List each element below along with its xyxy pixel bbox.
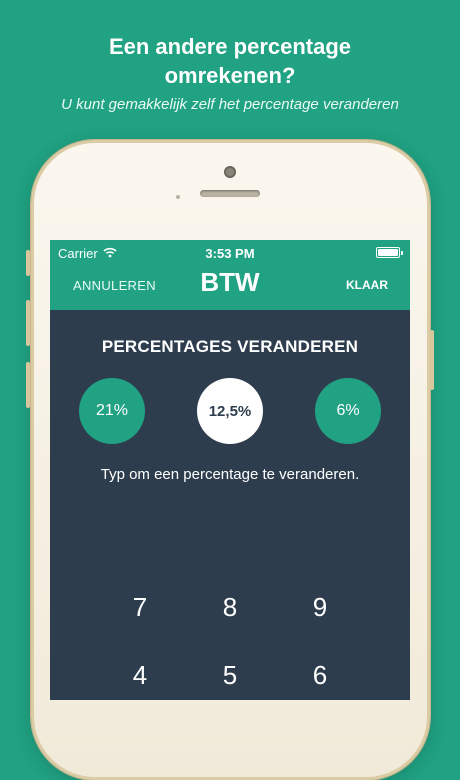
percentage-option-label: 6% — [336, 402, 360, 419]
phone-screen: Carrier 3:53 PM ANNULEREN BTW KLAAR PERC… — [50, 240, 410, 700]
percentage-option-6[interactable]: 6% — [315, 378, 381, 444]
section-title: PERCENTAGES VERANDEREN — [101, 337, 359, 356]
done-button[interactable]: KLAAR — [346, 278, 388, 292]
hint-text: Typ om een percentage te veranderen. — [100, 466, 360, 483]
proximity-sensor — [176, 195, 180, 199]
percentage-option-label: 12,5% — [208, 402, 252, 420]
percentage-option-12-5-selected[interactable]: 12,5% — [197, 378, 263, 444]
promo-headline: Een andere percentage omrekenen? — [0, 32, 460, 90]
top-bar: Carrier 3:53 PM ANNULEREN BTW KLAAR — [50, 240, 410, 310]
percentage-option-label: 21% — [95, 402, 129, 419]
keypad-key-4[interactable]: 4 — [110, 660, 170, 691]
keypad-key-8[interactable]: 8 — [200, 592, 260, 623]
status-time: 3:53 PM — [205, 246, 255, 261]
phone-mute-switch — [26, 250, 30, 276]
keypad-key-7[interactable]: 7 — [110, 592, 170, 623]
earpiece-speaker — [200, 190, 260, 197]
promo-headline-line2: omrekenen? — [164, 63, 296, 88]
keypad-key-6[interactable]: 6 — [290, 660, 350, 691]
keypad-key-5[interactable]: 5 — [200, 660, 260, 691]
phone-volume-down — [26, 362, 30, 408]
status-bar: Carrier 3:53 PM — [50, 246, 410, 262]
phone-power-button — [430, 330, 434, 390]
phone-volume-up — [26, 300, 30, 346]
keypad-key-9[interactable]: 9 — [290, 592, 350, 623]
promo-headline-line1: Een andere percentage — [108, 34, 352, 59]
front-camera — [224, 166, 236, 178]
battery-icon — [376, 247, 403, 258]
percentage-option-21[interactable]: 21% — [79, 378, 145, 444]
promo-subtitle: U kunt gemakkelijk zelf het percentage v… — [61, 96, 399, 113]
